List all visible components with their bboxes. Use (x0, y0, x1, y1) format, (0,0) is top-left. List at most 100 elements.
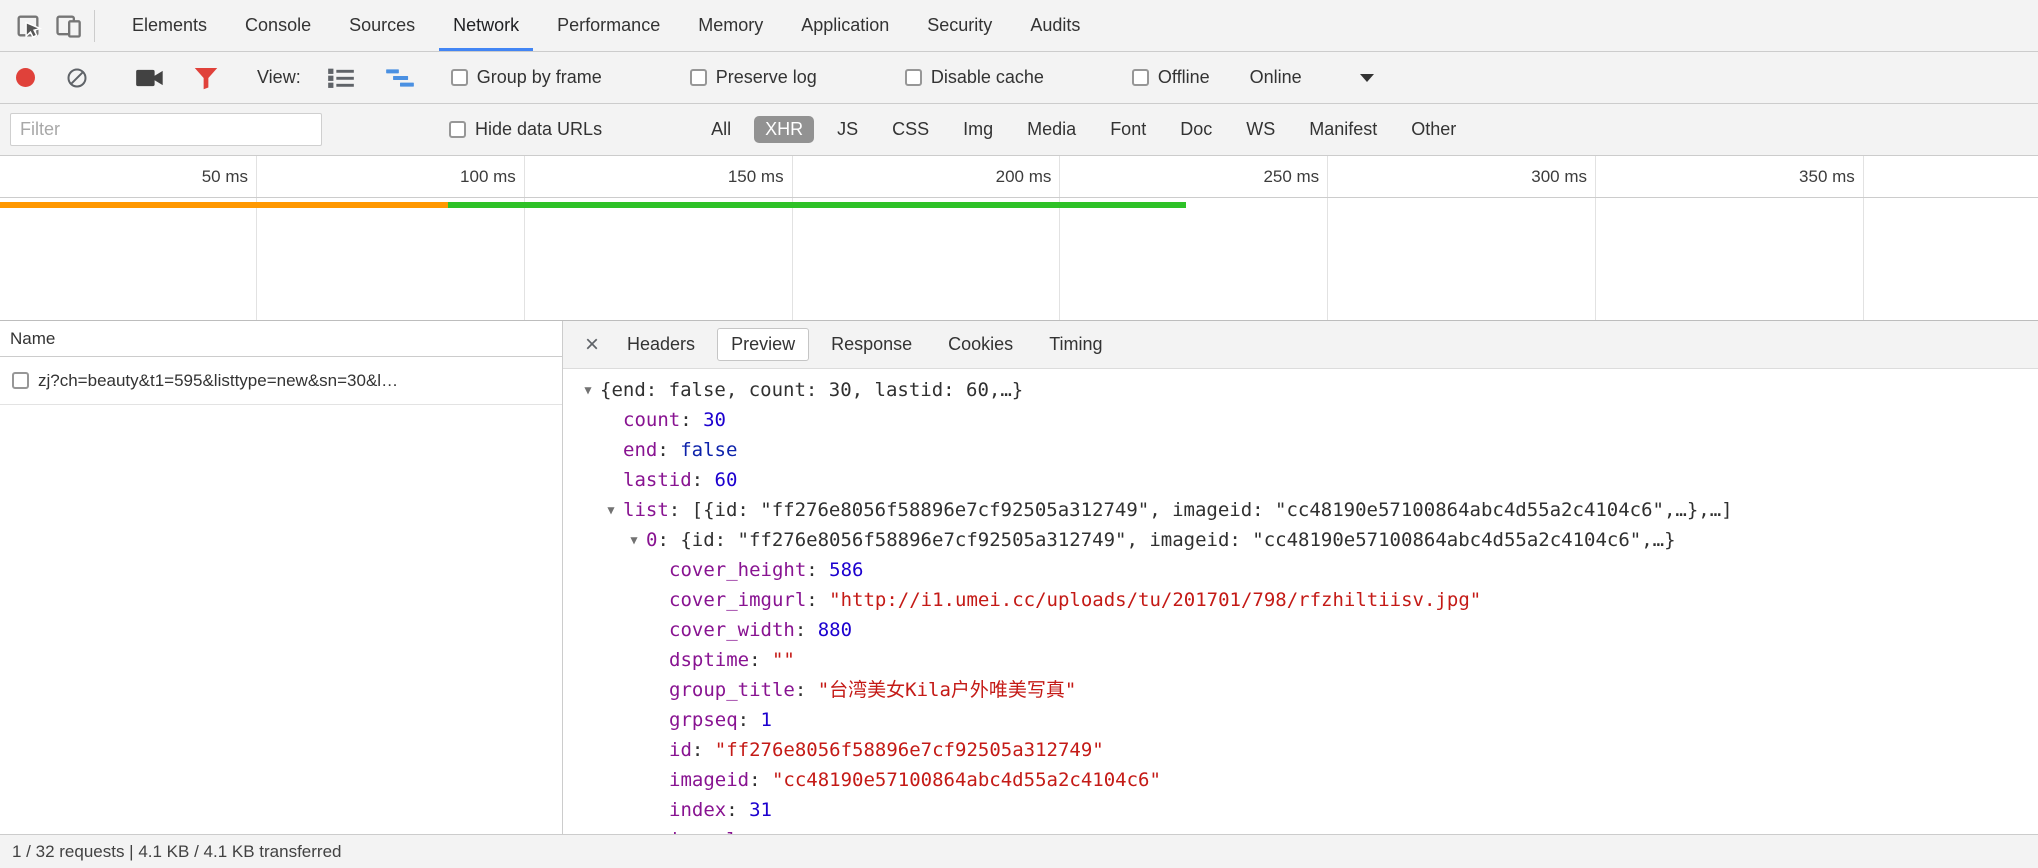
hide-data-urls-checkbox-box[interactable] (449, 121, 466, 138)
tab-application[interactable]: Application (782, 0, 908, 51)
preview-tree-row[interactable]: cover_width: 880 (563, 615, 2038, 645)
filter-type-js[interactable]: JS (826, 116, 869, 143)
preview-tree-row[interactable]: index: 31 (563, 795, 2038, 825)
preview-key-segment: end (623, 439, 657, 461)
preview-tree-row[interactable]: grpseq: 1 (563, 705, 2038, 735)
offline-checkbox[interactable]: Offline (1132, 67, 1210, 88)
preview-tree-row[interactable]: ▼list: [{id: "ff276e8056f58896e7cf92505a… (563, 495, 2038, 525)
detail-tab-response[interactable]: Response (817, 328, 926, 361)
expand-arrow-icon[interactable]: ▼ (577, 375, 599, 405)
request-list: zj?ch=beauty&t1=595&listtype=new&sn=30&l… (0, 357, 562, 405)
preview-plain-segment: : (669, 499, 692, 521)
request-row[interactable]: zj?ch=beauty&t1=595&listtype=new&sn=30&l… (0, 357, 562, 405)
hide-data-urls-checkbox[interactable]: Hide data URLs (449, 119, 602, 140)
filter-type-other[interactable]: Other (1400, 116, 1467, 143)
preview-plain-segment: {end: false, count: 30, lastid: 60,…} (600, 379, 1023, 401)
waterfall-overview-icon (385, 66, 415, 90)
group-by-frame-checkbox[interactable]: Group by frame (451, 67, 602, 88)
name-column-header[interactable]: Name (0, 321, 562, 357)
overview-bar-segment (448, 202, 1186, 208)
capture-screenshots-button[interactable] (135, 66, 165, 90)
network-overview-timeline[interactable]: 50 ms100 ms150 ms200 ms250 ms300 ms350 m… (0, 156, 2038, 320)
detail-tab-timing[interactable]: Timing (1035, 328, 1116, 361)
preview-tree-row[interactable]: group_title: "台湾美女Kila户外唯美写真" (563, 675, 2038, 705)
tab-network[interactable]: Network (434, 0, 538, 51)
tab-console[interactable]: Console (226, 0, 330, 51)
preview-tree-row[interactable]: end: false (563, 435, 2038, 465)
preview-str-segment: "台湾美女Kila户外唯美写真" (818, 679, 1077, 701)
preview-tree-row[interactable]: imgurl: (563, 825, 2038, 834)
preview-tree-row[interactable]: ▼0: {id: "ff276e8056f58896e7cf92505a3127… (563, 525, 2038, 555)
preview-key-segment: index (669, 799, 726, 821)
preview-tree-row[interactable]: ▼{end: false, count: 30, lastid: 60,…} (563, 375, 2038, 405)
filter-type-xhr[interactable]: XHR (754, 116, 814, 143)
filter-type-manifest[interactable]: Manifest (1298, 116, 1388, 143)
preview-num-segment: 60 (715, 469, 738, 491)
preview-tree-row[interactable]: id: "ff276e8056f58896e7cf92505a312749" (563, 735, 2038, 765)
preview-tree-row[interactable]: lastid: 60 (563, 465, 2038, 495)
preview-plain-segment: : (806, 559, 829, 581)
tab-security[interactable]: Security (908, 0, 1011, 51)
expand-arrow-icon[interactable]: ▼ (600, 495, 622, 525)
preview-key-segment: id (669, 739, 692, 761)
tab-memory[interactable]: Memory (679, 0, 782, 51)
large-rows-view-button[interactable] (327, 66, 355, 90)
preview-plain-segment: : (749, 649, 772, 671)
throttling-select[interactable]: Online (1250, 67, 1374, 88)
preview-tree-row[interactable]: imageid: "cc48190e57100864abc4d55a2c4104… (563, 765, 2038, 795)
request-detail-panel: × HeadersPreviewResponseCookiesTiming ▼{… (563, 321, 2038, 834)
filter-type-media[interactable]: Media (1016, 116, 1087, 143)
filter-type-css[interactable]: CSS (881, 116, 940, 143)
device-toolbar-button[interactable] (54, 12, 82, 40)
preserve-log-checkbox-label: Preserve log (716, 67, 817, 88)
tab-sources[interactable]: Sources (330, 0, 434, 51)
filter-type-img[interactable]: Img (952, 116, 1004, 143)
filter-type-ws[interactable]: WS (1235, 116, 1286, 143)
detail-tab-headers[interactable]: Headers (613, 328, 709, 361)
request-summary-text: 1 / 32 requests | 4.1 KB / 4.1 KB transf… (12, 842, 341, 862)
group-by-frame-checkbox-label: Group by frame (477, 67, 602, 88)
preview-plain-segment: : (749, 769, 772, 791)
record-button[interactable] (16, 68, 35, 87)
filter-toggle-button[interactable] (193, 66, 219, 90)
preview-tree-row[interactable]: dsptime: "" (563, 645, 2038, 675)
dropdown-caret-icon[interactable] (1360, 74, 1374, 82)
hide-data-urls-label: Hide data URLs (475, 119, 602, 140)
detail-tab-cookies[interactable]: Cookies (934, 328, 1027, 361)
filter-type-doc[interactable]: Doc (1169, 116, 1223, 143)
preview-str-segment: "" (772, 649, 795, 671)
preview-tree-row[interactable]: cover_imgurl: "http://i1.umei.cc/uploads… (563, 585, 2038, 615)
filter-input[interactable] (10, 113, 322, 146)
preserve-log-checkbox-box[interactable] (690, 69, 707, 86)
preview-num-segment: 31 (749, 799, 772, 821)
preview-plain-segment: : (726, 799, 749, 821)
inspect-element-button[interactable] (14, 12, 42, 40)
offline-checkbox-box[interactable] (1132, 69, 1149, 86)
preview-key-segment: cover_width (669, 619, 795, 641)
preview-pane[interactable]: ▼{end: false, count: 30, lastid: 60,…}co… (563, 369, 2038, 834)
preview-num-segment: 880 (818, 619, 852, 641)
disable-cache-checkbox-box[interactable] (905, 69, 922, 86)
close-detail-button[interactable]: × (575, 333, 609, 357)
detail-tab-preview[interactable]: Preview (717, 328, 809, 361)
tab-elements[interactable]: Elements (113, 0, 226, 51)
filter-type-all[interactable]: All (700, 116, 742, 143)
preview-tree-row[interactable]: count: 30 (563, 405, 2038, 435)
list-view-icon (327, 66, 355, 90)
preview-tree-row[interactable]: cover_height: 586 (563, 555, 2038, 585)
tab-audits[interactable]: Audits (1011, 0, 1099, 51)
tab-performance[interactable]: Performance (538, 0, 679, 51)
preview-num-segment: 30 (703, 409, 726, 431)
clear-button[interactable] (65, 66, 89, 90)
preview-key-segment: count (623, 409, 680, 431)
timeline-time-label: 150 ms (584, 156, 784, 198)
group-by-frame-checkbox-box[interactable] (451, 69, 468, 86)
expand-arrow-icon[interactable]: ▼ (623, 525, 645, 555)
timeline-time-label: 100 ms (316, 156, 516, 198)
disable-cache-checkbox[interactable]: Disable cache (905, 67, 1044, 88)
filter-type-font[interactable]: Font (1099, 116, 1157, 143)
show-overview-button[interactable] (385, 66, 415, 90)
request-checkbox[interactable] (12, 372, 29, 389)
preserve-log-checkbox[interactable]: Preserve log (690, 67, 817, 88)
preview-plain-segment: : (692, 469, 715, 491)
